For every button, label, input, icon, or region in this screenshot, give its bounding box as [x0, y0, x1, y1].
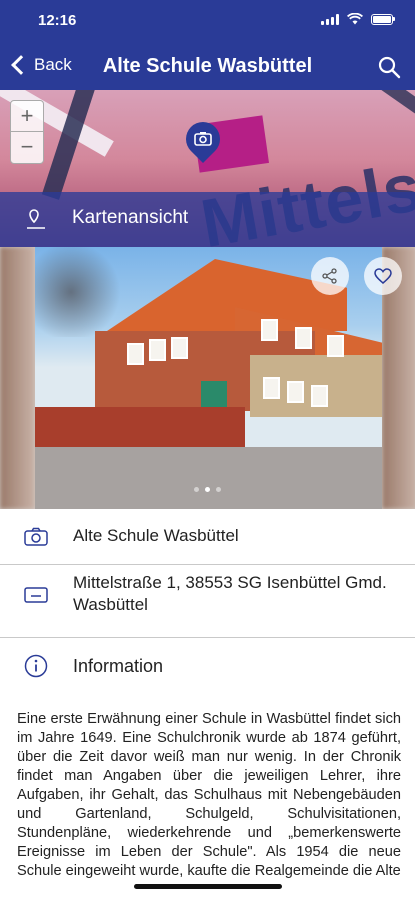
image-gallery[interactable]	[0, 247, 415, 509]
map-view[interactable]: Mittelstr + − Kartenansicht	[0, 90, 415, 247]
status-bar: 12:16	[0, 0, 415, 44]
name-row: Alte Schule Wasbüttel	[0, 509, 415, 565]
map-road	[309, 90, 415, 126]
share-icon	[322, 268, 337, 284]
share-button[interactable]	[311, 257, 349, 295]
address-text: Mittelstraße 1, 38553 SG Isenbüttel Gmd.…	[73, 572, 387, 616]
place-name: Alte Schule Wasbüttel	[73, 526, 239, 545]
map-view-bar[interactable]: Kartenansicht	[0, 192, 415, 247]
zoom-out-button[interactable]: −	[11, 132, 43, 162]
photo-tree	[35, 247, 125, 337]
page-title: Alte Schule Wasbüttel	[102, 55, 313, 77]
information-text: Eine erste Erwähnung einer Schule in Was…	[17, 711, 401, 879]
camera-icon	[194, 132, 212, 146]
wifi-icon	[347, 13, 363, 25]
info-icon	[24, 654, 48, 678]
navigation-bar: Back Alte Schule Wasbüttel	[0, 44, 415, 90]
heart-icon	[374, 268, 392, 284]
status-time: 12:16	[38, 12, 77, 29]
signal-icon	[321, 13, 339, 25]
address-line-1: Mittelstraße 1, 38553 SG Isenbüttel Gmd.	[73, 573, 387, 592]
camera-icon	[24, 527, 48, 546]
battery-icon	[371, 13, 395, 25]
information-heading: Information	[73, 656, 164, 676]
zoom-control: + −	[10, 100, 44, 164]
page-dot	[194, 487, 199, 492]
zoom-in-button[interactable]: +	[11, 101, 43, 132]
map-location-icon	[27, 209, 45, 229]
status-icons	[321, 13, 395, 25]
search-icon[interactable]	[377, 55, 401, 79]
address-line-2: Wasbüttel	[73, 595, 148, 614]
page-indicator	[0, 487, 415, 492]
address-row[interactable]: Mittelstraße 1, 38553 SG Isenbüttel Gmd.…	[0, 565, 415, 638]
information-header: Information	[0, 638, 415, 694]
address-card-icon	[24, 587, 48, 603]
previous-image-preview	[0, 247, 35, 509]
map-view-label: Kartenansicht	[72, 207, 189, 228]
favorite-button[interactable]	[364, 257, 402, 295]
photo-door	[201, 381, 227, 409]
page-dot-active	[205, 487, 210, 492]
photo-street	[35, 447, 382, 509]
home-indicator[interactable]	[134, 884, 282, 889]
page-dot	[216, 487, 221, 492]
